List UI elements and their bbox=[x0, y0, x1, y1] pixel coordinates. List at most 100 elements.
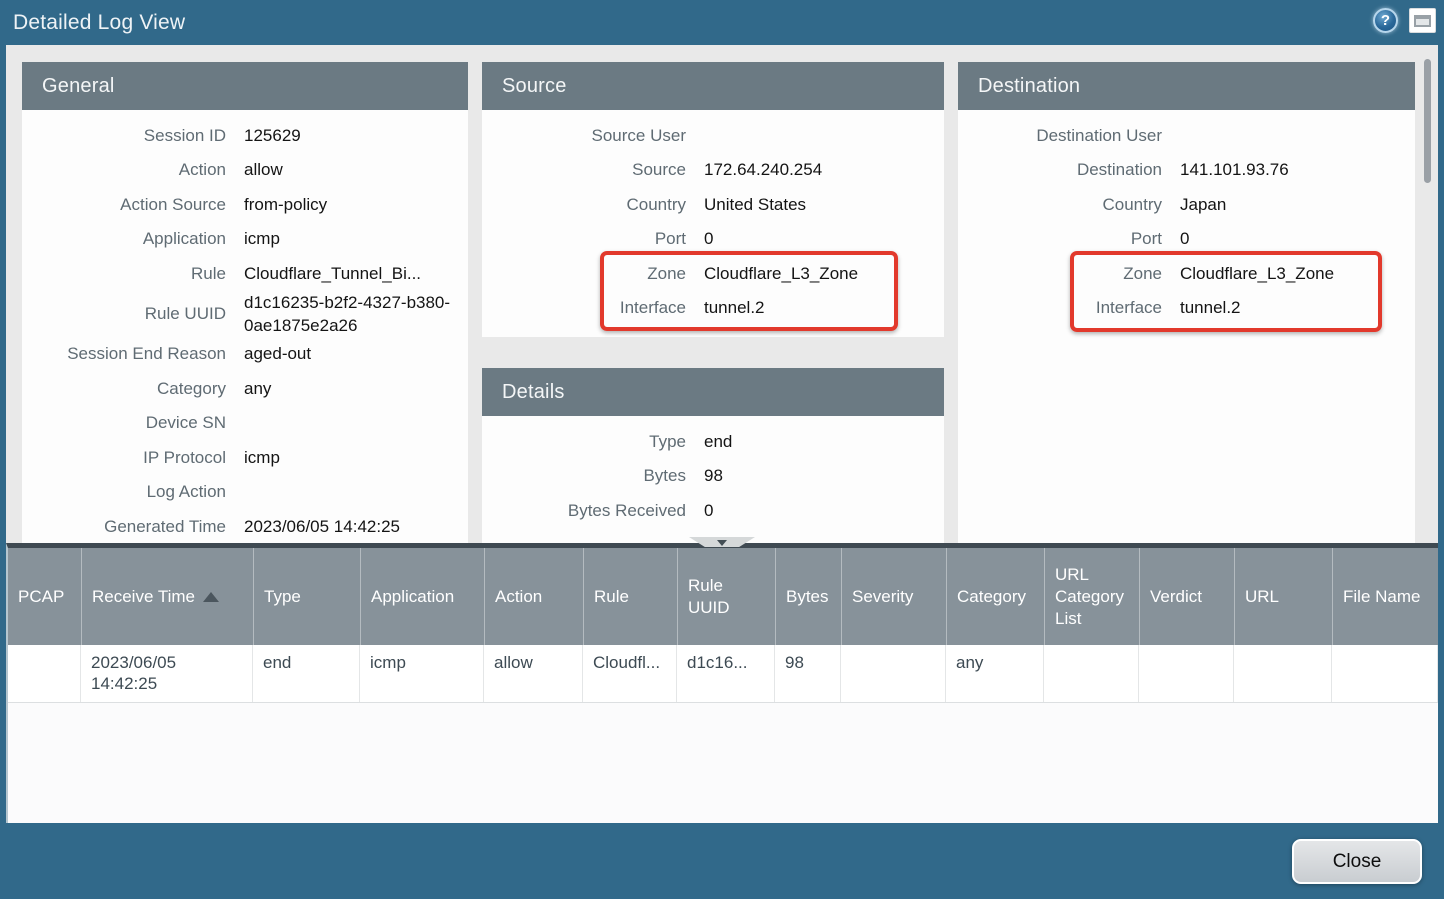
field-value: Cloudflare_L3_Zone bbox=[704, 262, 858, 285]
field-value: Japan bbox=[1180, 193, 1226, 216]
window-icon[interactable] bbox=[1409, 8, 1436, 33]
field-row: IP Protocolicmp bbox=[22, 440, 468, 475]
field-value: icmp bbox=[244, 227, 280, 250]
field-row: Country Japan bbox=[958, 187, 1415, 222]
field-row: Session End Reason aged-out bbox=[22, 337, 468, 372]
column-header[interactable]: Category bbox=[946, 548, 1044, 645]
table-cell bbox=[1332, 645, 1438, 702]
column-header-label: URL Category List bbox=[1055, 564, 1129, 630]
scrollbar-track[interactable] bbox=[1424, 55, 1433, 535]
column-header[interactable]: PCAP bbox=[8, 548, 81, 645]
column-header[interactable]: Rule bbox=[583, 548, 677, 645]
column-header[interactable]: URL bbox=[1234, 548, 1332, 645]
field-label: Country bbox=[958, 193, 1162, 216]
field-row: Log Action bbox=[22, 475, 468, 510]
field-value: from-policy bbox=[244, 193, 327, 216]
table-row[interactable]: 2023/06/05 14:42:25endicmpallowCloudfl..… bbox=[8, 645, 1438, 703]
field-label: Port bbox=[482, 227, 686, 250]
field-label: Source bbox=[482, 158, 686, 181]
column-header[interactable]: Type bbox=[253, 548, 360, 645]
column-header-label: PCAP bbox=[18, 586, 64, 608]
field-label: Type bbox=[482, 430, 686, 453]
column-header[interactable]: Receive Time bbox=[81, 548, 253, 645]
field-value: 0 bbox=[1180, 227, 1189, 250]
field-label: Session End Reason bbox=[22, 342, 226, 365]
scrollbar-thumb[interactable] bbox=[1424, 59, 1431, 183]
field-value: 0 bbox=[704, 227, 713, 250]
field-value: 141.101.93.76 bbox=[1180, 158, 1289, 181]
field-value: Cloudflare_Tunnel_Bi... bbox=[244, 262, 421, 285]
column-header[interactable]: Bytes bbox=[775, 548, 841, 645]
column-header-label: Action bbox=[495, 586, 542, 608]
title-bar: Detailed Log View ? bbox=[0, 0, 1444, 45]
field-label: Generated Time bbox=[22, 515, 226, 538]
column-header-label: Bytes bbox=[786, 586, 829, 608]
field-row: Source 172.64.240.254 bbox=[482, 153, 944, 188]
table-cell bbox=[1139, 645, 1234, 702]
field-row: Rule UUIDd1c16235-b2f2-4327-b380-0ae1875… bbox=[22, 291, 468, 337]
field-row: ZoneCloudflare_L3_Zone bbox=[482, 256, 944, 291]
field-value: 172.64.240.254 bbox=[704, 158, 822, 181]
table-cell: Cloudfl... bbox=[583, 645, 677, 702]
field-label: Action Source bbox=[22, 193, 226, 216]
field-label: Rule bbox=[22, 262, 226, 285]
field-row: Rule Cloudflare_Tunnel_Bi... bbox=[22, 256, 468, 291]
column-header-label: Receive Time bbox=[92, 586, 195, 608]
source-panel: Source Source UserSource172.64.240.254Co… bbox=[482, 62, 944, 337]
field-value: tunnel.2 bbox=[1180, 296, 1241, 319]
field-row: Typeend bbox=[482, 424, 944, 459]
field-row: Bytes Received0 bbox=[482, 493, 944, 528]
column-header-label: Category bbox=[957, 586, 1026, 608]
field-row: Interfacetunnel.2 bbox=[482, 291, 944, 326]
column-header-label: Application bbox=[371, 586, 454, 608]
table-cell bbox=[1234, 645, 1332, 702]
table-cell: 98 bbox=[775, 645, 841, 702]
column-header[interactable]: Severity bbox=[841, 548, 946, 645]
table-cell: d1c16... bbox=[677, 645, 775, 702]
details-panel-header: Details bbox=[482, 368, 944, 416]
column-header-label: Severity bbox=[852, 586, 913, 608]
titlebar-icons: ? bbox=[1373, 8, 1436, 33]
field-value: 0 bbox=[704, 499, 713, 522]
field-row: Actionallow bbox=[22, 153, 468, 188]
field-value: d1c16235-b2f2-4327-b380-0ae1875e2a26 bbox=[244, 291, 456, 337]
log-table-header-row: PCAP Receive Time Type Application Action Rul… bbox=[8, 548, 1438, 645]
column-header[interactable]: File Name bbox=[1332, 548, 1438, 645]
column-header[interactable]: URL Category List bbox=[1044, 548, 1139, 645]
field-row: Action Source from-policy bbox=[22, 187, 468, 222]
table-cell: icmp bbox=[360, 645, 484, 702]
field-label: Application bbox=[22, 227, 226, 250]
field-value: allow bbox=[244, 158, 283, 181]
column-header[interactable]: Action bbox=[484, 548, 583, 645]
column-header-label: Rule bbox=[594, 586, 629, 608]
footer-bar: Close bbox=[0, 823, 1444, 899]
field-label: Destination User bbox=[958, 124, 1162, 147]
field-row: Interfacetunnel.2 bbox=[958, 291, 1415, 326]
table-cell: allow bbox=[484, 645, 583, 702]
column-header[interactable]: Application bbox=[360, 548, 484, 645]
destination-panel: Destination Destination UserDestination1… bbox=[958, 62, 1415, 543]
help-icon[interactable]: ? bbox=[1373, 8, 1398, 33]
details-panel: Details TypeendBytes98Bytes Received0 bbox=[482, 368, 944, 543]
field-label: Category bbox=[22, 377, 226, 400]
column-header-label: URL bbox=[1245, 586, 1279, 608]
log-table: PCAP Receive Time Type Application Action Rul… bbox=[6, 543, 1438, 823]
chevron-down-icon bbox=[717, 540, 727, 546]
table-cell bbox=[8, 645, 81, 702]
field-label: Interface bbox=[482, 296, 686, 319]
field-row: Destination User bbox=[958, 118, 1415, 153]
table-cell: any bbox=[946, 645, 1044, 702]
window-icon-glyph bbox=[1414, 15, 1431, 27]
page-title: Detailed Log View bbox=[0, 11, 185, 35]
details-fields: TypeendBytes98Bytes Received0 bbox=[482, 416, 944, 528]
field-row: Port 0 bbox=[482, 222, 944, 257]
destination-panel-header: Destination bbox=[958, 62, 1415, 110]
field-row: Port0 bbox=[958, 222, 1415, 257]
field-value: United States bbox=[704, 193, 806, 216]
close-button[interactable]: Close bbox=[1292, 839, 1422, 884]
column-header-label: Type bbox=[264, 586, 301, 608]
field-value: any bbox=[244, 377, 271, 400]
column-header[interactable]: Verdict bbox=[1139, 548, 1234, 645]
field-value: aged-out bbox=[244, 342, 311, 365]
column-header[interactable]: Rule UUID bbox=[677, 548, 775, 645]
